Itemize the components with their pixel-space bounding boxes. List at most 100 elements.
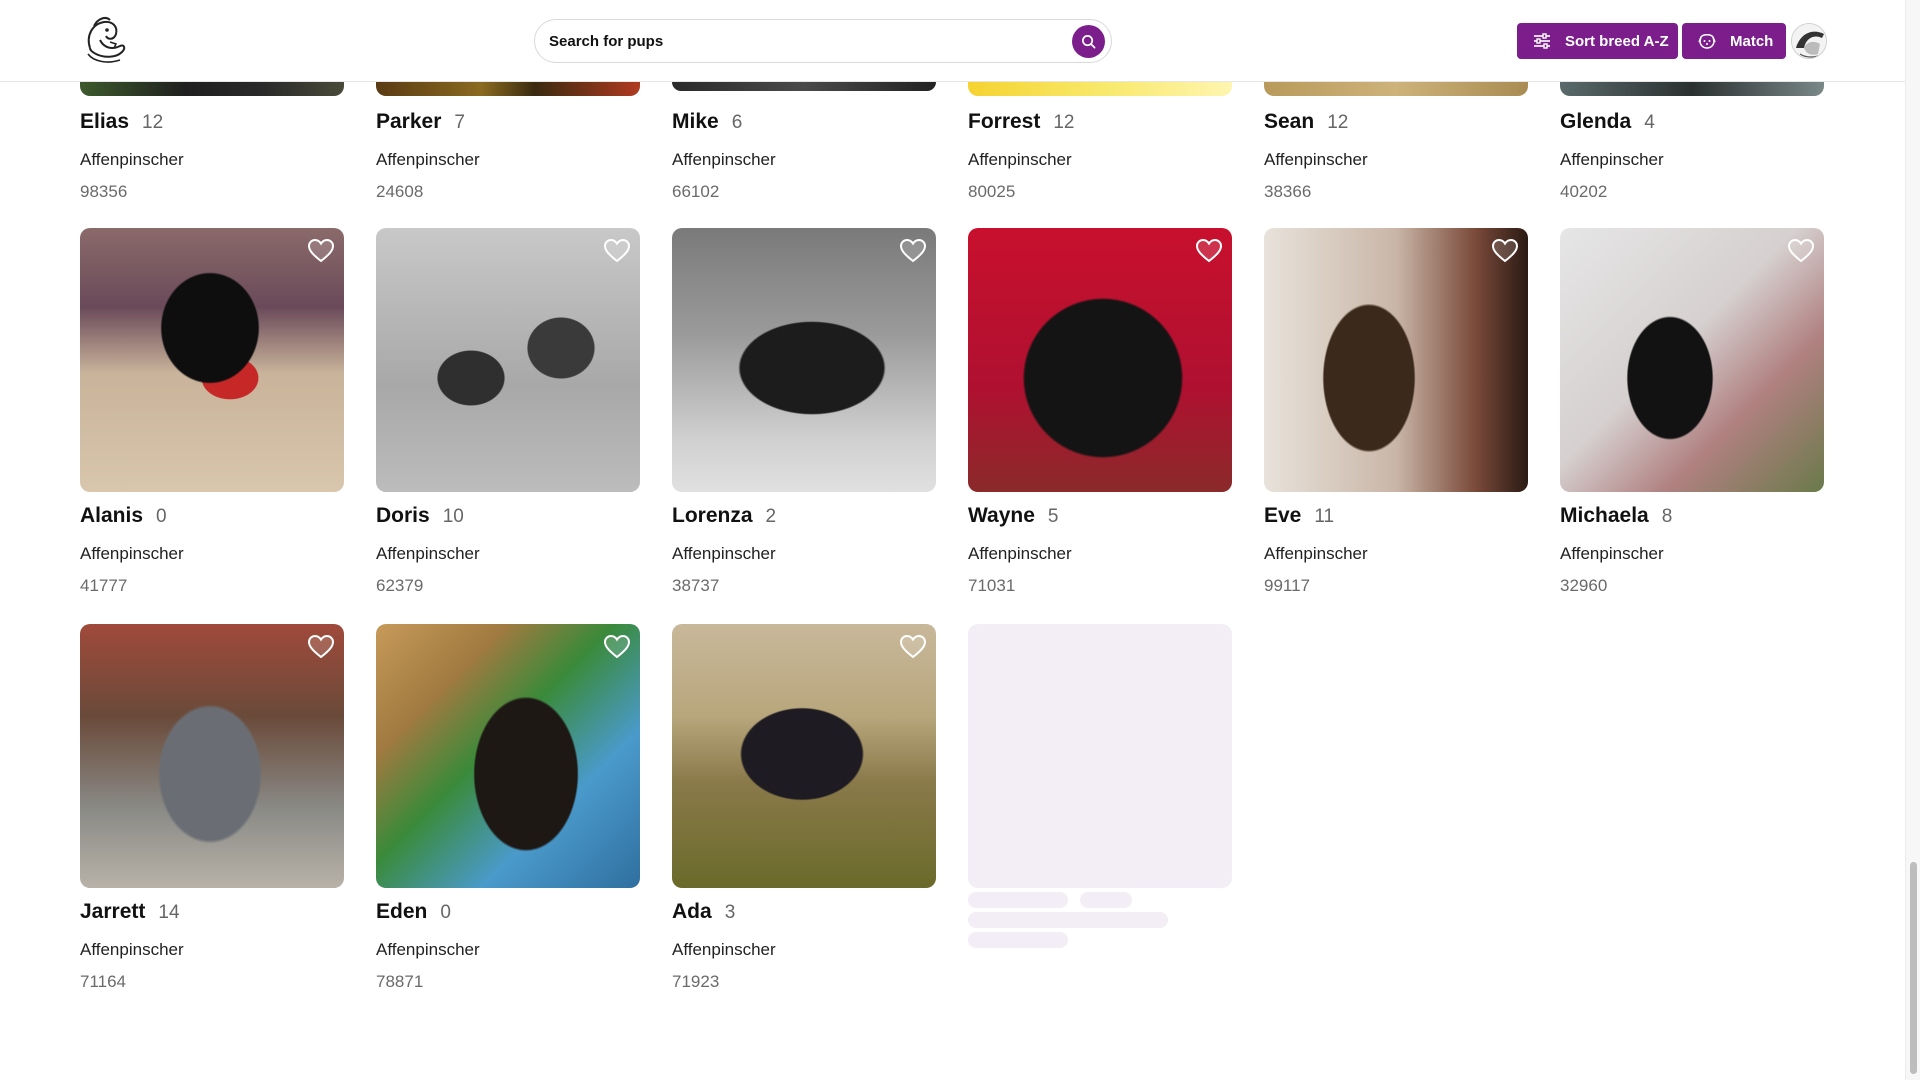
heart-icon[interactable]	[900, 635, 926, 659]
search-bar	[534, 19, 1112, 63]
skeleton-image	[968, 624, 1232, 888]
dog-card[interactable]: Jarrett 14 Affenpinscher 71164	[80, 624, 344, 991]
match-button-label: Match	[1730, 32, 1774, 50]
dog-name: Mike	[672, 110, 719, 133]
avatar[interactable]	[1791, 23, 1827, 59]
dog-age: 10	[442, 506, 464, 527]
dog-breed: Affenpinscher	[80, 544, 184, 563]
dog-age: 11	[1314, 506, 1335, 527]
match-button[interactable]: Match	[1682, 23, 1786, 59]
dog-name: Elias	[80, 110, 130, 133]
dog-photo	[968, 228, 1232, 492]
skeleton-line	[1080, 892, 1132, 908]
dog-card[interactable]: Wayne 5 Affenpinscher 71031	[968, 228, 1232, 595]
dog-age: 5	[1047, 506, 1059, 527]
scrollbar-thumb[interactable]	[1910, 862, 1917, 1074]
dog-photo	[968, 82, 1232, 96]
heart-icon[interactable]	[308, 239, 334, 263]
dog-zip: 32960	[1560, 576, 1608, 595]
dog-name: Eve	[1264, 504, 1302, 527]
heart-icon[interactable]	[604, 635, 630, 659]
heart-icon[interactable]	[604, 239, 630, 263]
dog-breed: Affenpinscher	[1264, 150, 1368, 169]
dog-zip: 40202	[1560, 182, 1608, 201]
list-item[interactable]	[672, 82, 936, 91]
dog-breed: Affenpinscher	[968, 150, 1072, 169]
dog-photo	[672, 228, 936, 492]
dog-name: Glenda	[1560, 110, 1632, 133]
search-input[interactable]	[549, 20, 1049, 62]
dog-zip: 38737	[672, 576, 720, 595]
dog-zip: 71164	[80, 972, 127, 991]
dog-name: Wayne	[968, 504, 1035, 527]
heart-icon[interactable]	[900, 239, 926, 263]
dog-name: Sean	[1264, 110, 1315, 133]
heart-icon[interactable]	[308, 635, 334, 659]
dog-zip: 24608	[376, 182, 424, 201]
dog-zip: 78871	[376, 972, 424, 991]
dog-photo	[1264, 82, 1528, 96]
skeleton-line	[968, 912, 1168, 928]
dog-photo	[1264, 228, 1528, 492]
skeleton-line	[968, 892, 1068, 908]
heart-icon[interactable]	[1492, 239, 1518, 263]
dog-name: Lorenza	[672, 504, 753, 527]
dog-age: 12	[142, 112, 164, 133]
dog-name: Eden	[376, 900, 428, 923]
dog-card[interactable]: Alanis 0 Affenpinscher 41777	[80, 228, 344, 595]
dog-breed: Affenpinscher	[80, 940, 184, 959]
dog-face-icon	[1698, 34, 1716, 49]
dog-card[interactable]: Eden 0 Affenpinscher 78871	[376, 624, 640, 991]
sliders-icon	[1534, 33, 1550, 49]
scrollbar[interactable]	[1905, 0, 1920, 1080]
dog-breed: Affenpinscher	[376, 150, 480, 169]
dog-card[interactable]: Eve 11 Affenpinscher 99117	[1264, 228, 1528, 595]
dog-name: Doris	[376, 504, 430, 527]
dog-breed: Affenpinscher	[1560, 544, 1664, 563]
dog-photo	[376, 228, 640, 492]
dog-age: 6	[731, 112, 743, 133]
dog-age: 3	[724, 902, 736, 923]
dog-card[interactable]: Michaela 8 Affenpinscher 32960	[1560, 228, 1824, 595]
dog-breed: Affenpinscher	[672, 150, 776, 169]
top-nav-bar: Sort breed A-Z Match	[0, 0, 1905, 82]
dog-age: 0	[156, 506, 167, 527]
dog-name: Alanis	[80, 504, 144, 527]
dog-breed: Affenpinscher	[672, 544, 776, 563]
dog-age: 7	[454, 112, 465, 133]
list-item[interactable]	[376, 82, 640, 96]
dog-breed: Affenpinscher	[968, 544, 1072, 563]
dog-zip: 99117	[1264, 576, 1311, 595]
dog-zip: 98356	[80, 182, 128, 201]
logo-icon[interactable]	[80, 14, 130, 68]
dog-name: Jarrett	[80, 900, 146, 923]
dog-photo	[80, 624, 344, 888]
heart-icon[interactable]	[1788, 239, 1814, 263]
heart-icon[interactable]	[1196, 239, 1222, 263]
dog-name: Michaela	[1560, 504, 1649, 527]
search-button[interactable]	[1072, 25, 1105, 58]
dog-card[interactable]: Ada 3 Affenpinscher 71923	[672, 624, 936, 991]
dog-photo	[672, 82, 936, 91]
dog-breed: Affenpinscher	[80, 150, 184, 169]
dog-name: Forrest	[968, 110, 1041, 133]
list-item[interactable]	[968, 82, 1232, 96]
list-item[interactable]	[1560, 82, 1824, 96]
dog-photo	[80, 82, 344, 96]
list-item[interactable]	[1264, 82, 1528, 96]
sort-button-label: Sort breed A-Z	[1565, 32, 1669, 50]
dog-card[interactable]: Doris 10 Affenpinscher 62379	[376, 228, 640, 595]
dog-photo	[376, 82, 640, 96]
sort-button[interactable]: Sort breed A-Z	[1517, 23, 1678, 59]
dog-age: 4	[1644, 112, 1655, 133]
dog-zip: 71031	[968, 576, 1016, 595]
list-item[interactable]	[80, 82, 344, 96]
dog-age: 2	[765, 506, 777, 527]
dog-age: 0	[440, 902, 451, 923]
dog-zip: 80025	[968, 182, 1016, 201]
dog-card[interactable]: Lorenza 2 Affenpinscher 38737	[672, 228, 936, 595]
dog-age: 12	[1327, 112, 1349, 133]
dog-photo	[1560, 82, 1824, 96]
dog-breed: Affenpinscher	[672, 940, 776, 959]
dog-zip: 66102	[672, 182, 720, 201]
